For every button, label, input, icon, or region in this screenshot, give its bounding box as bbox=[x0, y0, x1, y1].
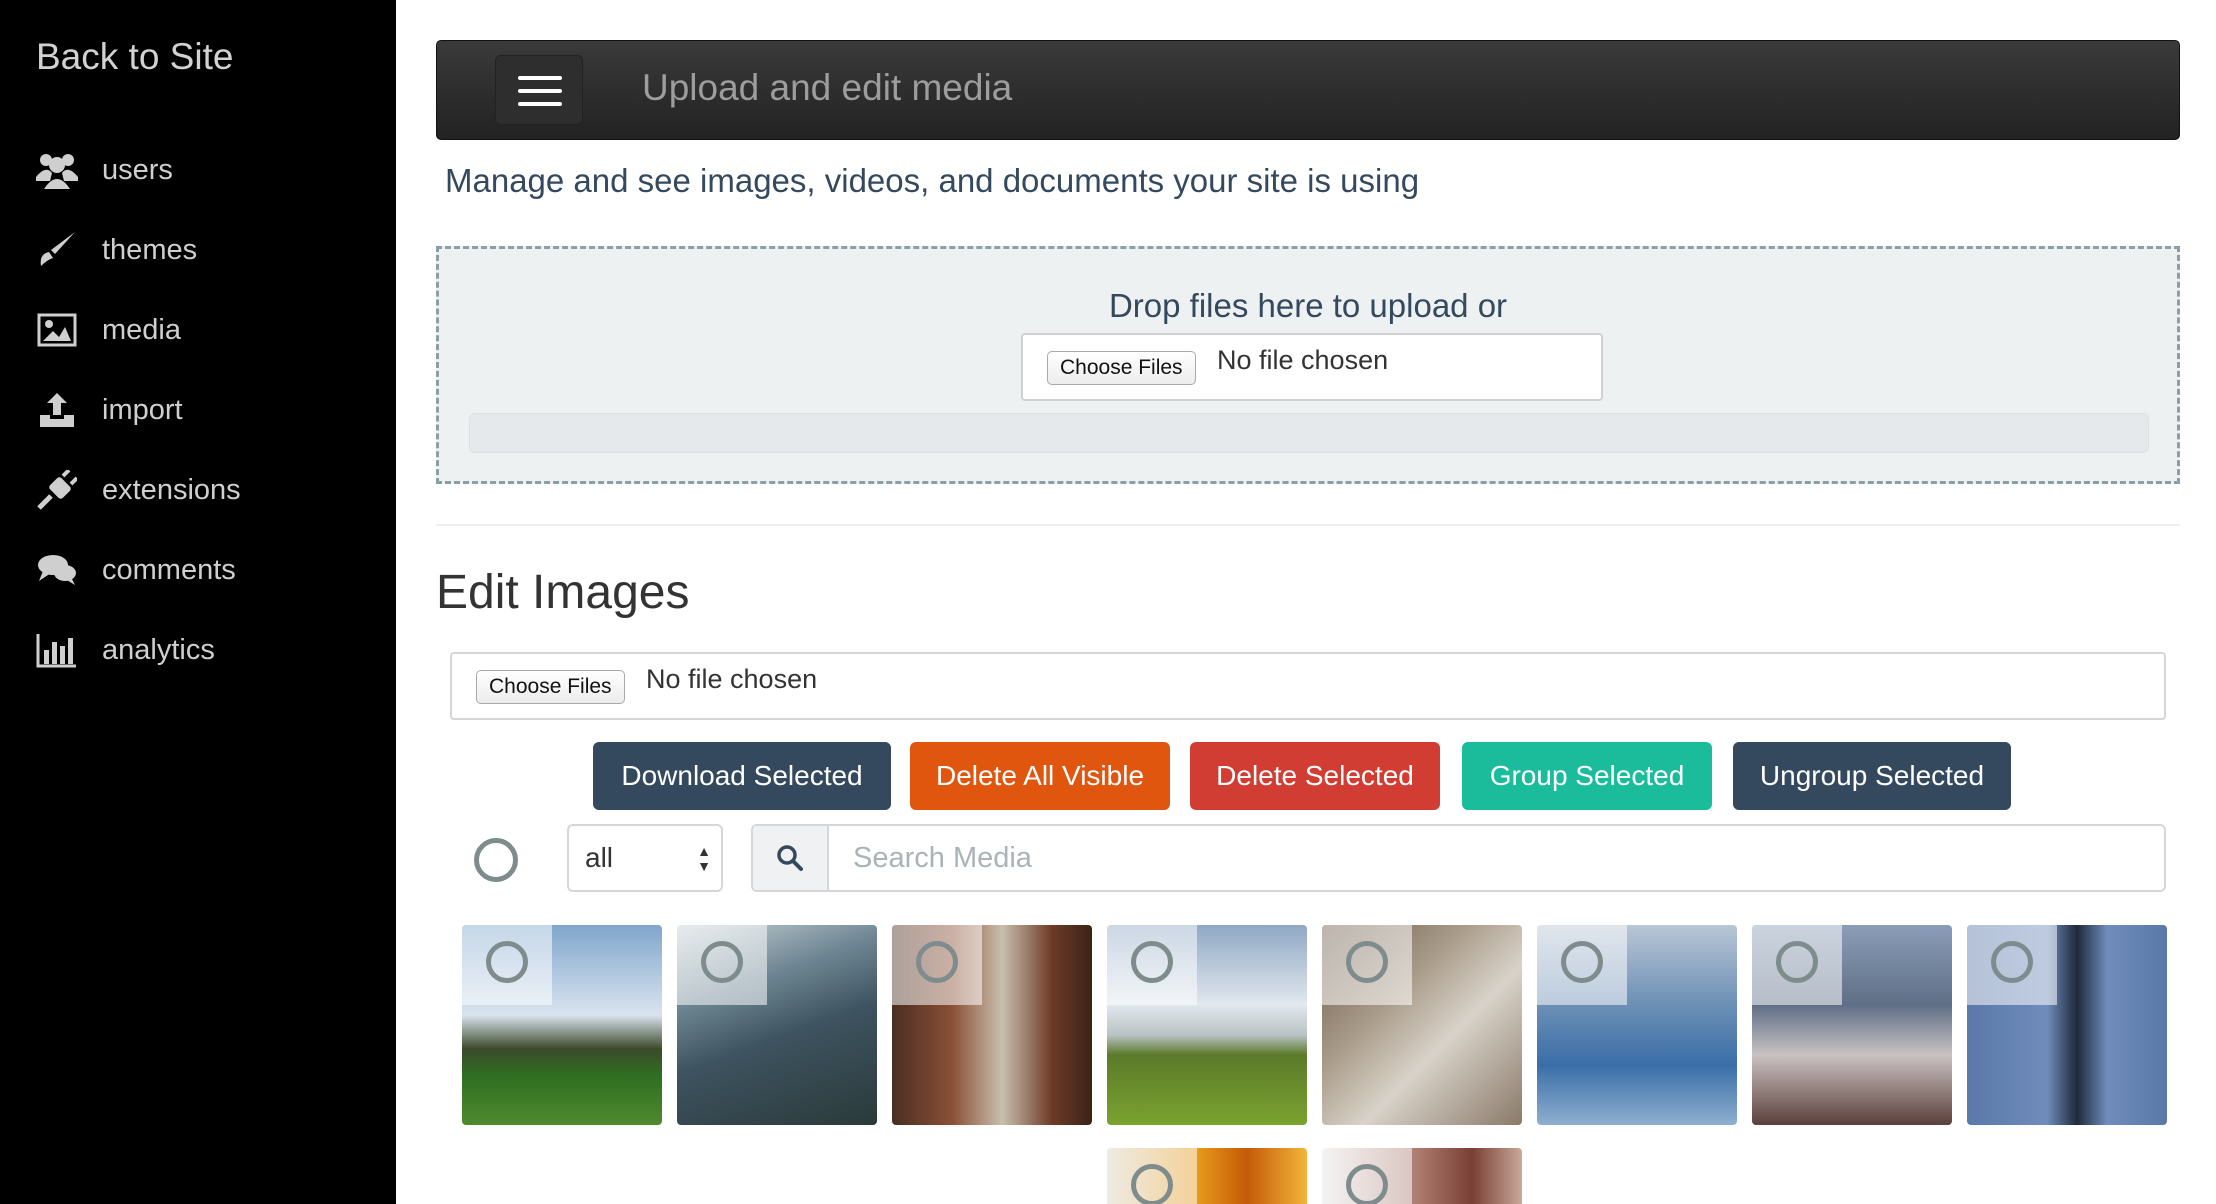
dropzone-text: Drop files here to upload or bbox=[1108, 287, 1508, 324]
edit-file-input[interactable]: Choose Files No file chosen bbox=[450, 652, 2166, 720]
comments-icon bbox=[34, 550, 80, 590]
sidebar-item-analytics[interactable]: analytics bbox=[34, 625, 215, 675]
brush-icon bbox=[34, 230, 80, 270]
users-icon bbox=[34, 150, 80, 190]
sidebar-item-label: analytics bbox=[102, 633, 215, 666]
sidebar-item-label: extensions bbox=[102, 473, 241, 506]
search-input[interactable] bbox=[831, 826, 2161, 890]
choose-files-button[interactable]: Choose Files bbox=[1047, 351, 1196, 385]
sidebar-item-label: users bbox=[102, 153, 173, 186]
lake-branches-image[interactable] bbox=[677, 925, 877, 1125]
page-title: Upload and edit media bbox=[642, 67, 1013, 108]
classroom-image[interactable] bbox=[1322, 925, 1522, 1125]
rusty-meter-image[interactable] bbox=[892, 925, 1092, 1125]
sidebar-item-label: media bbox=[102, 313, 181, 346]
select-checkbox[interactable] bbox=[1131, 941, 1173, 983]
farm-field-image[interactable] bbox=[462, 925, 662, 1125]
sidebar-item-media[interactable]: media bbox=[34, 305, 181, 355]
autumn-tree-image[interactable] bbox=[1322, 1148, 1522, 1204]
top-navbar: Upload and edit media bbox=[436, 40, 2180, 140]
mountain-flowers-image[interactable] bbox=[1752, 925, 1952, 1125]
search-icon bbox=[753, 826, 829, 890]
page-subtitle: Manage and see images, videos, and docum… bbox=[445, 162, 1420, 199]
sidebar-item-comments[interactable]: comments bbox=[34, 545, 236, 595]
upload-icon bbox=[34, 390, 80, 430]
fire-image[interactable] bbox=[1107, 1148, 1307, 1204]
dropzone-file-input[interactable]: Choose Files No file chosen bbox=[1021, 333, 1603, 401]
select-checkbox[interactable] bbox=[1776, 941, 1818, 983]
upload-dropzone[interactable]: Drop files here to upload or Choose File… bbox=[436, 246, 2180, 484]
sidebar-item-label: themes bbox=[102, 233, 198, 266]
divider bbox=[436, 524, 2180, 526]
hamburger-icon bbox=[518, 89, 562, 93]
sidebar-item-label: import bbox=[102, 393, 183, 426]
select-checkbox[interactable] bbox=[1991, 941, 2033, 983]
bar-chart-icon bbox=[34, 630, 80, 670]
select-checkbox[interactable] bbox=[486, 941, 528, 983]
select-checkbox[interactable] bbox=[1346, 1164, 1388, 1204]
water-reflection-image[interactable] bbox=[1537, 925, 1737, 1125]
sidebar-item-users[interactable]: users bbox=[34, 145, 173, 195]
download-selected-button[interactable]: Download Selected bbox=[593, 742, 891, 810]
select-arrows-icon: ▲ ▼ bbox=[697, 843, 711, 874]
select-all-checkbox[interactable] bbox=[474, 838, 518, 882]
plug-icon bbox=[34, 470, 80, 510]
upload-progress-bar bbox=[469, 413, 2149, 453]
sidebar-item-import[interactable]: import bbox=[34, 385, 183, 435]
no-file-text: No file chosen bbox=[646, 664, 818, 694]
streetlight-image[interactable] bbox=[1967, 925, 2167, 1125]
image-icon bbox=[34, 310, 80, 350]
sidebar-item-extensions[interactable]: extensions bbox=[34, 465, 241, 515]
group-selected-button[interactable]: Group Selected bbox=[1462, 742, 1712, 810]
delete-selected-button[interactable]: Delete Selected bbox=[1190, 742, 1440, 810]
select-checkbox[interactable] bbox=[1346, 941, 1388, 983]
delete-all-visible-button[interactable]: Delete All Visible bbox=[910, 742, 1170, 810]
select-value: all bbox=[585, 842, 614, 873]
sidebar-item-themes[interactable]: themes bbox=[34, 225, 197, 275]
media-type-select[interactable]: all ▲ ▼ bbox=[567, 824, 723, 892]
choose-files-button[interactable]: Choose Files bbox=[476, 670, 625, 704]
select-checkbox[interactable] bbox=[1131, 1164, 1173, 1204]
hamburger-icon bbox=[518, 76, 562, 80]
sidebar-item-label: comments bbox=[102, 553, 236, 586]
select-checkbox[interactable] bbox=[916, 941, 958, 983]
menu-toggle-button[interactable] bbox=[495, 55, 583, 125]
no-file-text: No file chosen bbox=[1217, 345, 1389, 375]
select-checkbox[interactable] bbox=[1561, 941, 1603, 983]
hamburger-icon bbox=[518, 102, 562, 106]
select-checkbox[interactable] bbox=[701, 941, 743, 983]
sidebar: Back to Site users themes media import e… bbox=[0, 0, 396, 1204]
back-to-site-link[interactable]: Back to Site bbox=[36, 36, 233, 78]
ungroup-selected-button[interactable]: Ungroup Selected bbox=[1733, 742, 2011, 810]
section-title: Edit Images bbox=[436, 566, 690, 619]
search-group bbox=[751, 824, 2166, 892]
farmhouse-field-image[interactable] bbox=[1107, 925, 1307, 1125]
